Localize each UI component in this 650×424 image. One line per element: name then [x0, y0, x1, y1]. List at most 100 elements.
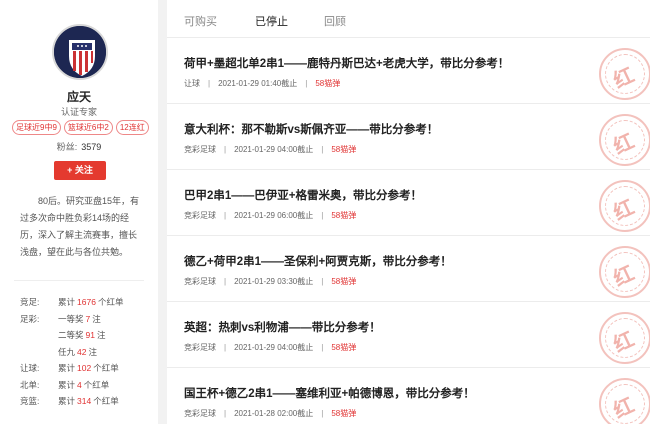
record-tag: 12连红 [115, 120, 149, 135]
stat-pre: 二等奖 [58, 330, 84, 340]
stamp-text: 红 [610, 328, 638, 357]
fans-count: 粉丝: 3579 [0, 140, 158, 153]
profile-panel: 应天 认证专家 足球近9中9 篮球近6中2 12连红 粉丝: 3579 + 关注 … [0, 0, 158, 424]
profile-bio: 80后。研究亚盘15年，有过多次命中胜负彩14场的经历，深入了解主流赛事，擅长浅… [20, 196, 140, 257]
red-stamp-icon: 红 [599, 378, 650, 424]
plan-price: 58猫弹 [331, 277, 357, 286]
separator: | [321, 409, 324, 418]
stat-post: 注 [92, 313, 101, 324]
red-stamp-icon: 红 [599, 114, 650, 166]
plan-price: 58猫弹 [331, 145, 357, 154]
follow-button[interactable]: + 关注 [54, 161, 106, 180]
plan-type: 竞彩足球 [184, 211, 216, 220]
plan-type: 竞彩足球 [184, 277, 216, 286]
tab-review[interactable]: 回顾 [324, 13, 346, 29]
record-tag: 篮球近6中2 [63, 120, 113, 135]
stat-value: 任九 42 注 [58, 344, 97, 361]
stat-num: 1676 [77, 297, 96, 307]
plan-item[interactable]: 意大利杯：那不勒斯vs斯佩齐亚——带比分参考！ 竞彩足球 | 2021-01-29 0… [167, 104, 650, 170]
stat-post: 个红单 [93, 363, 119, 373]
plan-item[interactable]: 德乙+荷甲2串1——圣保利+阿贾克斯，带比分参考！ 竞彩足球 | 2021-01-29… [167, 236, 650, 302]
plan-meta: 竞彩足球 | 2021-01-28 02:00截止 | 58猫弹 [184, 408, 356, 419]
plan-list-panel: 可购买 已停止 回顾 荷甲+墨超北单2串1——鹿特丹斯巴达+老虎大学，带比分参考… [167, 0, 650, 424]
separator: | [305, 79, 308, 88]
plan-item[interactable]: 荷甲+墨超北单2串1——鹿特丹斯巴达+老虎大学，带比分参考！ 让球 | 2021-01… [167, 38, 650, 104]
red-stamp-icon: 红 [599, 180, 650, 232]
separator: | [208, 79, 211, 88]
plan-type: 竞彩足球 [184, 409, 216, 418]
separator: | [224, 277, 227, 286]
separator: | [224, 343, 227, 352]
red-stamp-icon: 红 [599, 312, 650, 364]
avatar[interactable] [52, 24, 108, 80]
stamp-text: 红 [610, 394, 638, 423]
stamp-text: 红 [610, 64, 638, 93]
plan-meta: 竞彩足球 | 2021-01-29 04:00截止 | 58猫弹 [184, 342, 356, 353]
stat-post: 注 [96, 330, 106, 340]
plan-item[interactable]: 巴甲2串1——巴伊亚+格雷米奥，带比分参考！ 竞彩足球 | 2021-01-29 06… [167, 170, 650, 236]
separator: | [321, 343, 324, 352]
stat-value: 累计 1676 个红单 [58, 294, 123, 311]
plan-title[interactable]: 意大利杯：那不勒斯vs斯佩齐亚——带比分参考！ [184, 121, 438, 137]
plan-price: 58猫弹 [331, 409, 357, 418]
stat-pre: 任九 [58, 346, 76, 357]
plan-meta: 竞彩足球 | 2021-01-29 04:00截止 | 58猫弹 [184, 144, 356, 155]
plan-meta: 竞彩足球 | 2021-01-29 06:00截止 | 58猫弹 [184, 210, 356, 221]
stat-value: 累计 102 个红单 [58, 360, 119, 377]
cert-label: 认证专家 [60, 107, 97, 117]
separator: | [224, 211, 227, 220]
tab-available[interactable]: 可购买 [184, 13, 217, 29]
stat-label: 北单: [20, 379, 40, 390]
plan-title[interactable]: 荷甲+墨超北单2串1——鹿特丹斯巴达+老虎大学，带比分参考！ [184, 55, 509, 71]
separator: | [321, 145, 324, 154]
stat-post: 个红单 [97, 297, 124, 307]
plan-item[interactable]: 英超：热刺vs利物浦——带比分参考！ 竞彩足球 | 2021-01-29 04:00截… [167, 302, 650, 368]
plan-deadline: 2021-01-29 03:30截止 [234, 277, 314, 286]
stat-label: 竞足: [20, 297, 40, 307]
profile-name: 应天 [66, 90, 91, 104]
record-tag: 足球近9中9 [12, 120, 61, 135]
stamp-text: 红 [610, 262, 638, 291]
tab-stopped[interactable]: 已停止 [255, 13, 288, 29]
club-crest-icon [54, 26, 106, 78]
separator: | [321, 211, 324, 220]
separator: | [321, 277, 324, 286]
stat-pre: 一等奖 [58, 313, 84, 324]
stat-post: 个红单 [83, 379, 110, 390]
stat-value: 一等奖 7 注 [58, 311, 101, 328]
red-stamp-icon: 红 [599, 48, 650, 100]
plan-deadline: 2021-01-29 01:40截止 [218, 79, 298, 88]
stat-num: 4 [77, 379, 82, 390]
plan-title[interactable]: 英超：热刺vs利物浦——带比分参考！ [184, 319, 381, 335]
plan-price: 58猫弹 [331, 211, 357, 220]
stat-num: 314 [77, 396, 92, 406]
stat-pre: 累计 [58, 396, 76, 406]
plan-item[interactable]: 国王杯+德乙2串1——塞维利亚+帕德博恩，带比分参考！ 竞彩足球 | 2021-01-… [167, 368, 650, 424]
stat-label: 让球: [20, 363, 40, 373]
plan-meta: 让球 | 2021-01-29 01:40截止 | 58猫弹 [184, 78, 340, 89]
plan-type: 竞彩足球 [184, 343, 216, 352]
plan-title[interactable]: 德乙+荷甲2串1——圣保利+阿贾克斯，带比分参考！ [184, 253, 452, 269]
fans-label: 粉丝: [56, 142, 78, 152]
plan-deadline: 2021-01-29 06:00截止 [234, 211, 314, 220]
stat-num: 91 [85, 330, 95, 340]
plan-title[interactable]: 国王杯+德乙2串1——塞维利亚+帕德博恩，带比分参考！ [184, 385, 475, 401]
plan-deadline: 2021-01-29 04:00截止 [234, 343, 314, 352]
stat-label: 足彩: [20, 313, 40, 324]
plan-type: 竞彩足球 [184, 145, 216, 154]
stat-num: 102 [77, 363, 92, 373]
stat-pre: 累计 [58, 379, 76, 390]
stat-pre: 累计 [58, 363, 76, 373]
plan-deadline: 2021-01-29 04:00截止 [234, 145, 314, 154]
separator: | [224, 145, 227, 154]
plan-price: 58猫弹 [315, 79, 341, 88]
stat-label: 竞篮: [20, 396, 40, 406]
plan-type: 让球 [184, 79, 200, 88]
tab-bar: 可购买 已停止 回顾 [167, 0, 650, 38]
separator: | [224, 409, 227, 418]
divider [14, 280, 144, 281]
stat-num: 42 [77, 346, 87, 357]
stat-value: 累计 4 个红单 [58, 377, 109, 394]
plan-title[interactable]: 巴甲2串1——巴伊亚+格雷米奥，带比分参考！ [184, 187, 422, 203]
stamp-text: 红 [610, 196, 638, 225]
